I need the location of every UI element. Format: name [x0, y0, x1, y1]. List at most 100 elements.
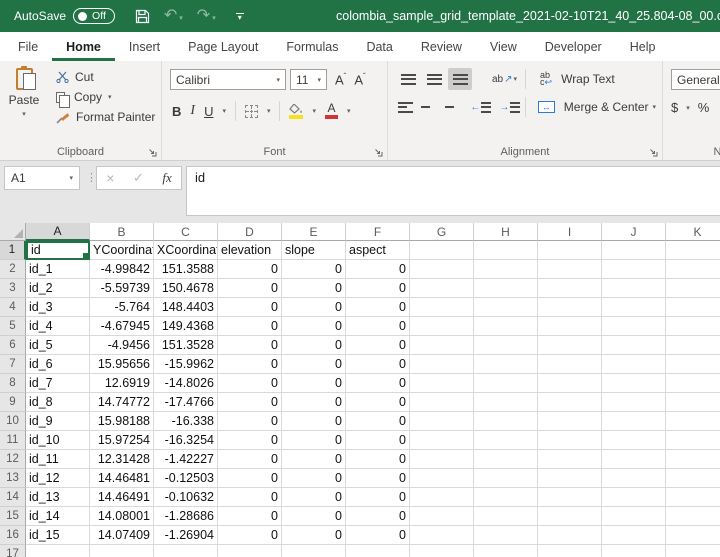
cell-K17[interactable]	[666, 545, 720, 557]
row-header-8[interactable]: 8	[0, 374, 26, 393]
cell-F6[interactable]: 0	[346, 336, 410, 355]
cell-F1[interactable]: aspect	[346, 241, 410, 260]
cell-H16[interactable]	[474, 526, 538, 545]
align-right-button[interactable]	[437, 96, 456, 118]
borders-caret-icon[interactable]: ▾	[267, 107, 271, 115]
column-header-K[interactable]: K	[666, 223, 720, 241]
tab-review[interactable]: Review	[407, 32, 476, 61]
cell-F7[interactable]: 0	[346, 355, 410, 374]
cell-I17[interactable]	[538, 545, 602, 557]
cell-A15[interactable]: id_14	[26, 507, 90, 526]
cell-F11[interactable]: 0	[346, 431, 410, 450]
cell-E10[interactable]: 0	[282, 412, 346, 431]
cell-G4[interactable]	[410, 298, 474, 317]
insert-function-icon[interactable]: fx	[162, 170, 171, 186]
italic-button[interactable]: I	[190, 103, 195, 119]
cell-E14[interactable]: 0	[282, 488, 346, 507]
cell-K13[interactable]	[666, 469, 720, 488]
cell-G14[interactable]	[410, 488, 474, 507]
cell-B13[interactable]: 14.46481	[90, 469, 154, 488]
cell-D17[interactable]	[218, 545, 282, 557]
cell-F13[interactable]: 0	[346, 469, 410, 488]
cell-H17[interactable]	[474, 545, 538, 557]
cut-button[interactable]: Cut	[56, 70, 155, 84]
redo-button[interactable]: ↷▾	[197, 8, 216, 24]
cell-J8[interactable]	[602, 374, 666, 393]
fill-color-button[interactable]	[289, 104, 303, 119]
cell-D4[interactable]: 0	[218, 298, 282, 317]
decrease-indent-button[interactable]: ←	[470, 102, 491, 113]
cell-H8[interactable]	[474, 374, 538, 393]
cell-G10[interactable]	[410, 412, 474, 431]
row-header-17[interactable]: 17	[0, 545, 26, 557]
cell-A9[interactable]: id_8	[26, 393, 90, 412]
cell-C3[interactable]: 150.4678	[154, 279, 218, 298]
cell-J5[interactable]	[602, 317, 666, 336]
cell-I16[interactable]	[538, 526, 602, 545]
cell-J16[interactable]	[602, 526, 666, 545]
tab-view[interactable]: View	[476, 32, 531, 61]
accounting-caret-icon[interactable]: ▾	[686, 104, 690, 112]
cell-H6[interactable]	[474, 336, 538, 355]
cell-K5[interactable]	[666, 317, 720, 336]
cell-J9[interactable]	[602, 393, 666, 412]
cell-K3[interactable]	[666, 279, 720, 298]
font-name-select[interactable]: Calibri ▾	[170, 69, 286, 90]
cell-D1[interactable]: elevation	[218, 241, 282, 260]
cell-J10[interactable]	[602, 412, 666, 431]
cell-C7[interactable]: -15.9962	[154, 355, 218, 374]
cell-B10[interactable]: 15.98188	[90, 412, 154, 431]
cell-K2[interactable]	[666, 260, 720, 279]
cell-J7[interactable]	[602, 355, 666, 374]
cell-F14[interactable]: 0	[346, 488, 410, 507]
cell-G7[interactable]	[410, 355, 474, 374]
cell-H5[interactable]	[474, 317, 538, 336]
cell-D16[interactable]: 0	[218, 526, 282, 545]
cell-F8[interactable]: 0	[346, 374, 410, 393]
document-title[interactable]: colombia_sample_grid_template_2021-02-10…	[336, 0, 720, 32]
cell-F5[interactable]: 0	[346, 317, 410, 336]
cell-K9[interactable]	[666, 393, 720, 412]
fill-color-caret-icon[interactable]: ▾	[312, 107, 316, 115]
cell-F12[interactable]: 0	[346, 450, 410, 469]
cell-K7[interactable]	[666, 355, 720, 374]
accounting-format-button[interactable]: $	[671, 100, 678, 115]
cell-E8[interactable]: 0	[282, 374, 346, 393]
tab-developer[interactable]: Developer	[531, 32, 616, 61]
row-header-6[interactable]: 6	[0, 336, 26, 355]
cell-G5[interactable]	[410, 317, 474, 336]
autosave-toggle[interactable]: AutoSave Off	[14, 8, 115, 24]
cell-K15[interactable]	[666, 507, 720, 526]
cell-B6[interactable]: -4.9456	[90, 336, 154, 355]
cell-A5[interactable]: id_4	[26, 317, 90, 336]
cell-A8[interactable]: id_7	[26, 374, 90, 393]
align-center-button[interactable]	[417, 96, 436, 118]
cell-F15[interactable]: 0	[346, 507, 410, 526]
cell-J3[interactable]	[602, 279, 666, 298]
column-header-E[interactable]: E	[282, 223, 346, 241]
cell-A17[interactable]	[26, 545, 90, 557]
cell-E2[interactable]: 0	[282, 260, 346, 279]
increase-font-size-button[interactable]: Aˆ	[335, 72, 346, 87]
font-size-select[interactable]: 11 ▾	[290, 69, 327, 90]
cell-H2[interactable]	[474, 260, 538, 279]
cell-A16[interactable]: id_15	[26, 526, 90, 545]
tab-home[interactable]: Home	[52, 32, 115, 61]
cell-K11[interactable]	[666, 431, 720, 450]
tab-data[interactable]: Data	[352, 32, 406, 61]
cell-E1[interactable]: slope	[282, 241, 346, 260]
cell-I4[interactable]	[538, 298, 602, 317]
cell-H3[interactable]	[474, 279, 538, 298]
row-header-15[interactable]: 15	[0, 507, 26, 526]
cell-C4[interactable]: 148.4403	[154, 298, 218, 317]
cell-G1[interactable]	[410, 241, 474, 260]
cell-F17[interactable]	[346, 545, 410, 557]
cell-K6[interactable]	[666, 336, 720, 355]
formula-input[interactable]: id	[186, 166, 720, 216]
cell-K12[interactable]	[666, 450, 720, 469]
cell-C17[interactable]	[154, 545, 218, 557]
tab-insert[interactable]: Insert	[115, 32, 174, 61]
cell-B3[interactable]: -5.59739	[90, 279, 154, 298]
decrease-font-size-button[interactable]: Aˇ	[354, 72, 365, 87]
borders-icon[interactable]	[245, 105, 258, 118]
